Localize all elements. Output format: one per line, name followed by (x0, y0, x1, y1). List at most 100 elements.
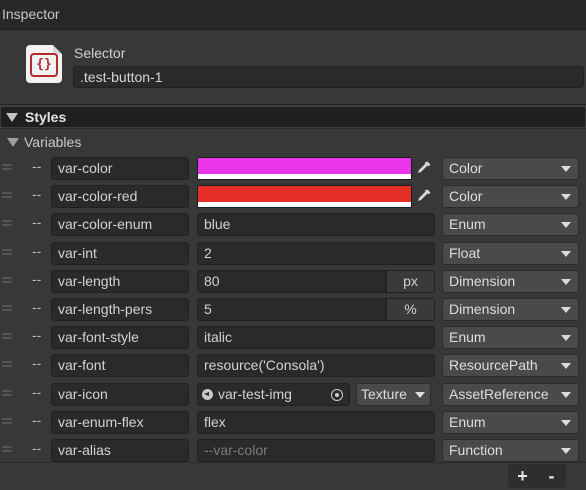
drag-handle-icon[interactable] (2, 164, 12, 172)
asset-type-label: Texture (361, 386, 407, 402)
drag-handle-icon[interactable] (2, 361, 12, 369)
variable-name-field[interactable]: var-alias (51, 439, 189, 462)
color-field[interactable] (197, 157, 412, 180)
variable-name-field[interactable]: var-color-enum (51, 213, 189, 236)
variable-name-field[interactable]: var-length-pers (51, 298, 189, 321)
variable-prefix: -- (32, 299, 42, 315)
variable-row: -- var-enum-flex flex Enum (0, 408, 586, 436)
type-dropdown[interactable]: Float (442, 242, 579, 265)
styles-expand-arrow-icon[interactable] (6, 113, 18, 122)
braces-glyph: {} (30, 53, 58, 77)
drag-handle-icon[interactable] (2, 390, 12, 398)
type-dropdown[interactable]: Enum (442, 326, 579, 349)
drag-handle-icon[interactable] (2, 305, 12, 313)
unit-selector[interactable]: % (386, 298, 435, 321)
variable-name-field[interactable]: var-color-red (51, 185, 189, 208)
variable-name-field[interactable]: var-length (51, 270, 189, 293)
variable-name-field[interactable]: var-icon (51, 383, 189, 406)
variable-name-field[interactable]: var-font-style (51, 326, 189, 349)
drag-handle-icon[interactable] (2, 446, 12, 454)
alpha-bar (198, 175, 411, 179)
chevron-down-icon (561, 222, 571, 228)
type-dropdown[interactable]: Color (442, 185, 579, 208)
selector-section: {} Selector .test-button-1 (0, 30, 586, 104)
variables-footer: + - (0, 462, 586, 490)
object-picker-icon[interactable] (331, 389, 343, 401)
variables-expand-arrow-icon[interactable] (7, 138, 19, 147)
variable-row: -- var-int 2 Float (0, 239, 586, 267)
variable-prefix: -- (32, 355, 42, 371)
type-label: Enum (449, 414, 486, 430)
variable-name-field[interactable]: var-enum-flex (51, 411, 189, 434)
value-field[interactable]: flex (197, 411, 435, 434)
type-dropdown[interactable]: AssetReference (442, 383, 579, 406)
asset-object-field[interactable]: var-test-img (197, 383, 350, 406)
variable-row: -- var-font resource('Consola') ResourcePat… (0, 351, 586, 379)
variable-name-field[interactable]: var-int (51, 242, 189, 265)
variable-prefix: -- (32, 327, 42, 343)
type-label: Color (449, 188, 483, 204)
number-field[interactable]: 80 (197, 270, 386, 293)
chevron-down-icon (561, 448, 571, 454)
chevron-down-icon (561, 251, 571, 257)
variables-label: Variables (24, 134, 82, 150)
selector-label: Selector (74, 45, 126, 61)
drag-handle-icon[interactable] (2, 192, 12, 200)
eyedropper-icon[interactable] (413, 185, 435, 208)
alpha-bar (198, 203, 411, 207)
value-field[interactable]: resource('Consola') (197, 354, 435, 377)
variable-prefix: -- (32, 271, 42, 287)
type-label: Enum (449, 216, 486, 232)
type-dropdown[interactable]: Function (442, 439, 579, 462)
value-field[interactable]: 2 (197, 242, 435, 265)
type-dropdown[interactable]: Enum (442, 411, 579, 434)
asset-name: var-test-img (218, 386, 292, 402)
type-label: ResourcePath (449, 357, 538, 373)
variable-prefix: -- (32, 158, 42, 174)
type-dropdown[interactable]: Enum (442, 213, 579, 236)
value-field[interactable]: --var-color (197, 439, 435, 462)
asset-type-dropdown[interactable]: Texture (356, 383, 431, 406)
value-field[interactable]: blue (197, 213, 435, 236)
color-swatch (198, 186, 411, 202)
variable-row: -- var-color Color (0, 154, 586, 182)
chevron-down-icon (561, 335, 571, 341)
selector-input[interactable]: .test-button-1 (73, 66, 584, 88)
color-field[interactable] (197, 185, 412, 208)
type-label: Dimension (449, 301, 516, 317)
variable-name-field[interactable]: var-font (51, 354, 189, 377)
variable-row: -- var-length 80 px Dimension (0, 267, 586, 295)
value-field[interactable]: italic (197, 326, 435, 349)
type-label: Function (449, 442, 503, 458)
add-variable-button[interactable]: + (508, 465, 537, 487)
variable-prefix: -- (32, 214, 42, 230)
variable-prefix: -- (32, 384, 42, 400)
variable-row: -- var-alias --var-color Function (0, 436, 586, 464)
variables-foldout[interactable]: Variables (0, 130, 586, 154)
variable-prefix: -- (32, 186, 42, 202)
type-dropdown[interactable]: ResourcePath (442, 354, 579, 377)
type-label: AssetReference (449, 386, 549, 402)
eyedropper-icon[interactable] (413, 157, 435, 180)
unit-selector[interactable]: px (386, 270, 435, 293)
type-label: Dimension (449, 273, 516, 289)
chevron-down-icon (561, 279, 571, 285)
number-field[interactable]: 5 (197, 298, 386, 321)
drag-handle-icon[interactable] (2, 249, 12, 257)
drag-handle-icon[interactable] (2, 277, 12, 285)
drag-handle-icon[interactable] (2, 333, 12, 341)
variable-prefix: -- (32, 243, 42, 259)
drag-handle-icon[interactable] (2, 220, 12, 228)
type-dropdown[interactable]: Dimension (442, 298, 579, 321)
window-title: Inspector (2, 6, 60, 22)
drag-handle-icon[interactable] (2, 418, 12, 426)
styles-label: Styles (25, 109, 67, 125)
styles-foldout-bar: Styles (1, 107, 585, 127)
remove-variable-button[interactable]: - (537, 465, 566, 487)
chevron-down-icon (415, 392, 425, 398)
styles-foldout[interactable]: Styles (0, 104, 586, 129)
chevron-down-icon (561, 420, 571, 426)
variable-name-field[interactable]: var-color (51, 157, 189, 180)
type-dropdown[interactable]: Color (442, 157, 579, 180)
type-dropdown[interactable]: Dimension (442, 270, 579, 293)
